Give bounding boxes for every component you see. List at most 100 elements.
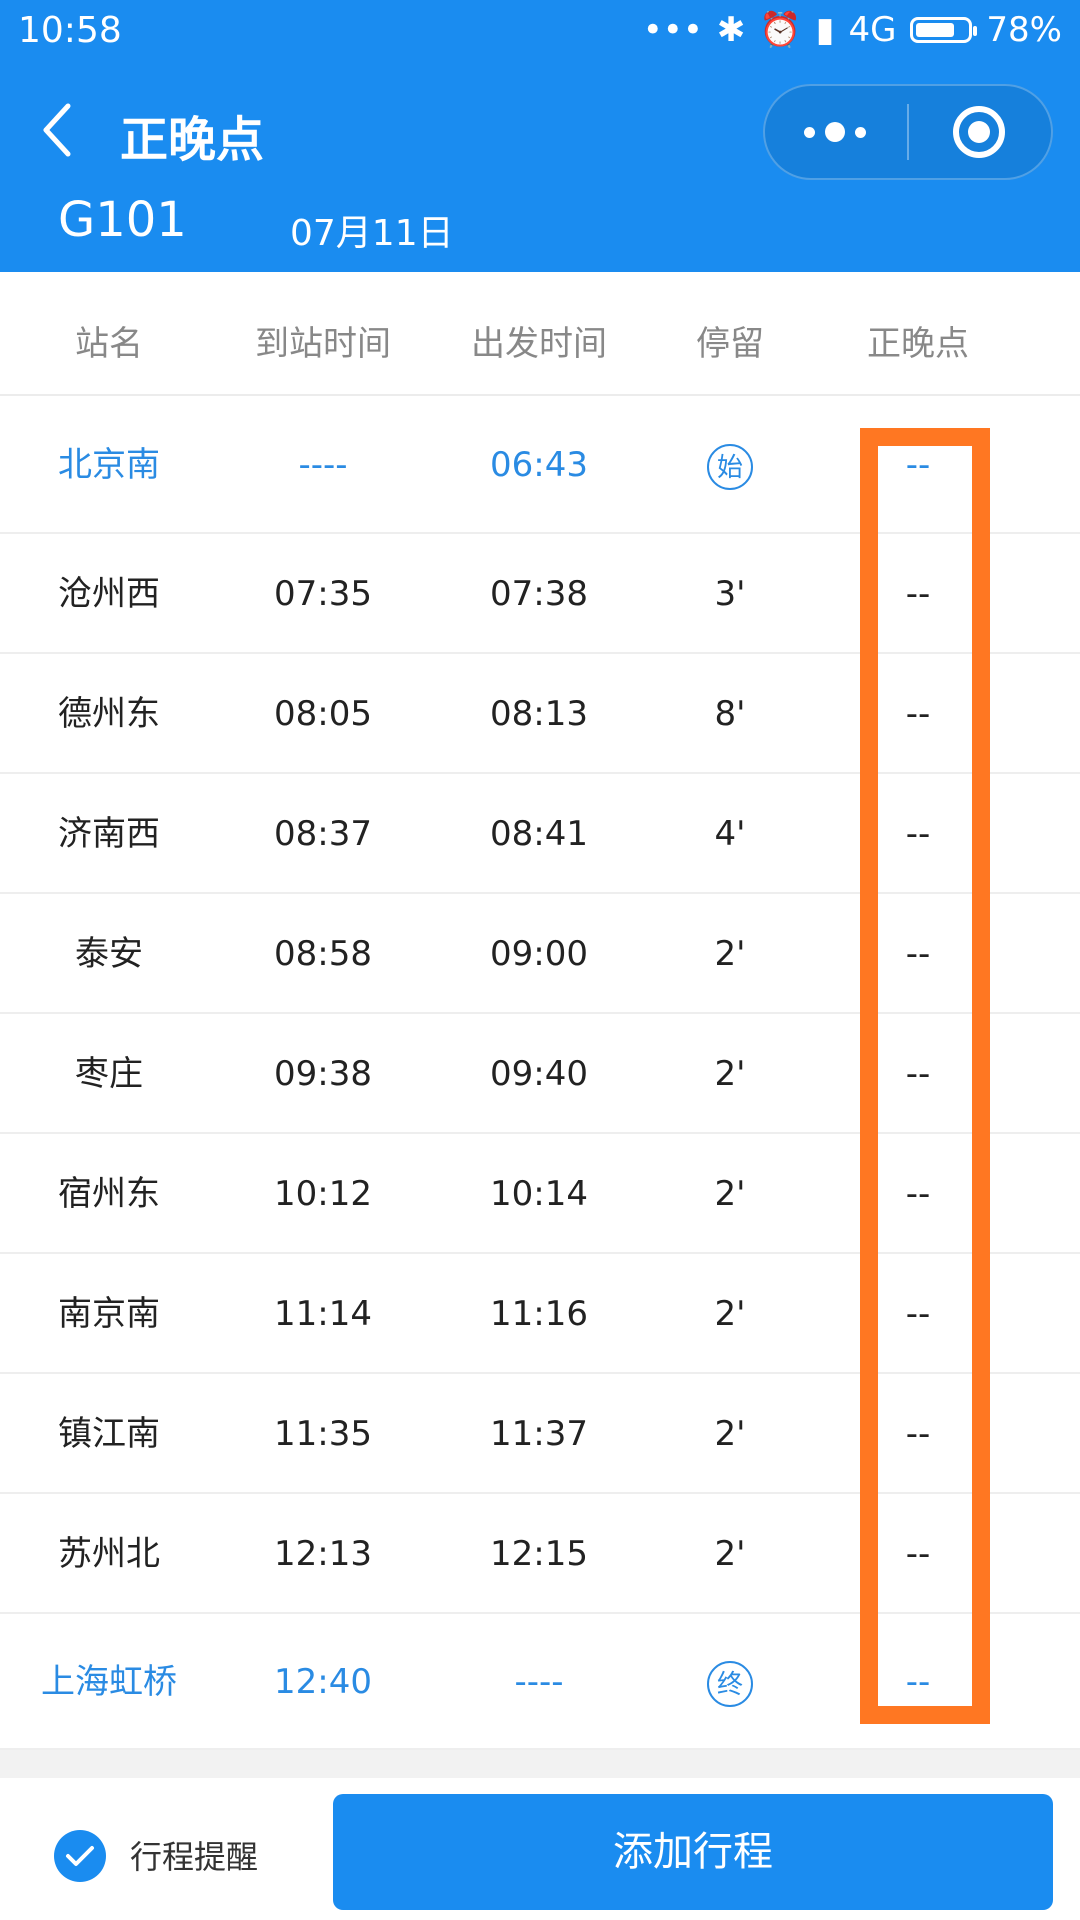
arrive-time: 10:12 <box>274 1174 372 1214</box>
arrive-time: 07:35 <box>274 574 372 614</box>
bluetooth-icon: ✱ <box>716 10 746 50</box>
battery-percent: 78% <box>986 10 1062 50</box>
station-name: 北京南 <box>58 445 160 485</box>
arrive-time: 08:58 <box>274 934 372 974</box>
dot-icon <box>825 122 845 142</box>
table-row[interactable]: 南京南 11:14 11:16 2' -- <box>0 1254 1080 1374</box>
end-badge: 终 <box>707 1660 753 1707</box>
table-row[interactable]: 泰安 08:58 09:00 2' -- <box>0 894 1080 1014</box>
column-header-depart: 出发时间 <box>471 324 607 364</box>
back-button[interactable] <box>38 100 78 160</box>
bottom-bar: 行程提醒 添加行程 <box>0 1778 1080 1920</box>
stop-duration: 3' <box>714 574 746 614</box>
status-value: -- <box>905 1294 931 1334</box>
mini-program-capsule <box>763 84 1053 180</box>
table-row-end[interactable]: 上海虹桥 12:40 ---- 终 -- <box>0 1614 1080 1750</box>
status-icons: ••• ✱ ⏰ ▮ 4G 78% <box>643 10 1062 50</box>
table-row[interactable]: 镇江南 11:35 11:37 2' -- <box>0 1374 1080 1494</box>
status-value: -- <box>905 814 931 854</box>
arrive-time: 08:05 <box>274 694 372 734</box>
column-header-stop: 停留 <box>696 324 764 364</box>
table-row[interactable]: 沧州西 07:35 07:38 3' -- <box>0 534 1080 654</box>
stop-duration: 8' <box>714 694 746 734</box>
more-dots-icon: ••• <box>642 10 703 50</box>
depart-time: 12:15 <box>490 1534 588 1574</box>
more-button[interactable] <box>763 84 907 180</box>
depart-time: 07:38 <box>490 574 588 614</box>
station-name: 枣庄 <box>75 1054 143 1094</box>
station-name: 南京南 <box>58 1294 160 1334</box>
stop-cell: 终 <box>680 1614 780 1750</box>
depart-time: ---- <box>514 1662 564 1702</box>
dot-icon <box>855 126 866 138</box>
depart-time: 06:43 <box>490 445 588 485</box>
signal-icon: ▮ <box>815 10 835 50</box>
depart-time: 09:00 <box>490 934 588 974</box>
depart-time: 09:40 <box>490 1054 588 1094</box>
status-value: -- <box>905 574 931 614</box>
stop-duration: 2' <box>714 1294 746 1334</box>
table-row[interactable]: 德州东 08:05 08:13 8' -- <box>0 654 1080 774</box>
remind-label: 行程提醒 <box>130 1838 259 1876</box>
arrive-time: 12:40 <box>274 1662 372 1702</box>
network-type: 4G <box>848 10 897 50</box>
top-bar: 10:58 ••• ✱ ⏰ ▮ 4G 78% 正晚点 G101 07月11日 <box>0 0 1080 272</box>
status-value: -- <box>905 1414 931 1454</box>
station-name: 沧州西 <box>58 574 160 614</box>
arrive-time: ---- <box>298 445 348 485</box>
stop-cell: 始 <box>680 396 780 534</box>
target-icon <box>968 121 990 143</box>
station-name: 宿州东 <box>58 1174 160 1214</box>
status-value: -- <box>905 1054 931 1094</box>
status-time: 10:58 <box>18 10 122 51</box>
column-header-status: 正晚点 <box>867 324 969 364</box>
status-value: -- <box>905 445 931 485</box>
table-row[interactable]: 宿州东 10:12 10:14 2' -- <box>0 1134 1080 1254</box>
page-title: 正晚点 <box>120 112 265 168</box>
status-value: -- <box>905 694 931 734</box>
status-value: -- <box>905 934 931 974</box>
status-bar: 10:58 ••• ✱ ⏰ ▮ 4G 78% <box>0 0 1080 60</box>
stop-duration: 2' <box>714 1174 746 1214</box>
table-row[interactable]: 济南西 08:37 08:41 4' -- <box>0 774 1080 894</box>
stop-duration: 4' <box>714 814 746 854</box>
depart-time: 11:37 <box>490 1414 588 1454</box>
depart-time: 10:14 <box>490 1174 588 1214</box>
status-value: -- <box>905 1662 931 1702</box>
depart-time: 08:13 <box>490 694 588 734</box>
start-badge: 始 <box>707 443 753 490</box>
arrive-time: 09:38 <box>274 1054 372 1094</box>
arrive-time: 12:13 <box>274 1534 372 1574</box>
status-value: -- <box>905 1174 931 1214</box>
station-name: 镇江南 <box>58 1414 160 1454</box>
stop-duration: 2' <box>714 934 746 974</box>
table-row[interactable]: 苏州北 12:13 12:15 2' -- <box>0 1494 1080 1614</box>
stop-duration: 2' <box>714 1054 746 1094</box>
close-target-button[interactable] <box>953 106 1005 158</box>
column-header-arrive: 到站时间 <box>255 324 391 364</box>
add-trip-button[interactable]: 添加行程 <box>333 1794 1053 1910</box>
stop-duration: 2' <box>714 1414 746 1454</box>
alarm-icon: ⏰ <box>759 10 802 50</box>
station-name: 德州东 <box>58 694 160 734</box>
station-name: 泰安 <box>75 934 143 974</box>
table-row-start[interactable]: 北京南 ---- 06:43 始 -- <box>0 396 1080 534</box>
bottom-divider <box>0 1750 1080 1780</box>
chevron-left-icon <box>43 103 71 157</box>
checkmark-icon <box>66 1846 94 1866</box>
arrive-time: 11:14 <box>274 1294 372 1334</box>
arrive-time: 08:37 <box>274 814 372 854</box>
stop-duration: 2' <box>714 1534 746 1574</box>
train-number: G101 <box>58 192 187 248</box>
station-name: 上海虹桥 <box>41 1662 177 1702</box>
capsule-divider <box>907 104 909 160</box>
remind-checkbox[interactable] <box>54 1830 106 1882</box>
arrive-time: 11:35 <box>274 1414 372 1454</box>
travel-date: 07月11日 <box>290 213 454 254</box>
table-row[interactable]: 枣庄 09:38 09:40 2' -- <box>0 1014 1080 1134</box>
depart-time: 08:41 <box>490 814 588 854</box>
dot-icon <box>804 126 815 138</box>
column-header-station: 站名 <box>75 324 143 364</box>
depart-time: 11:16 <box>490 1294 588 1334</box>
station-name: 苏州北 <box>58 1534 160 1574</box>
